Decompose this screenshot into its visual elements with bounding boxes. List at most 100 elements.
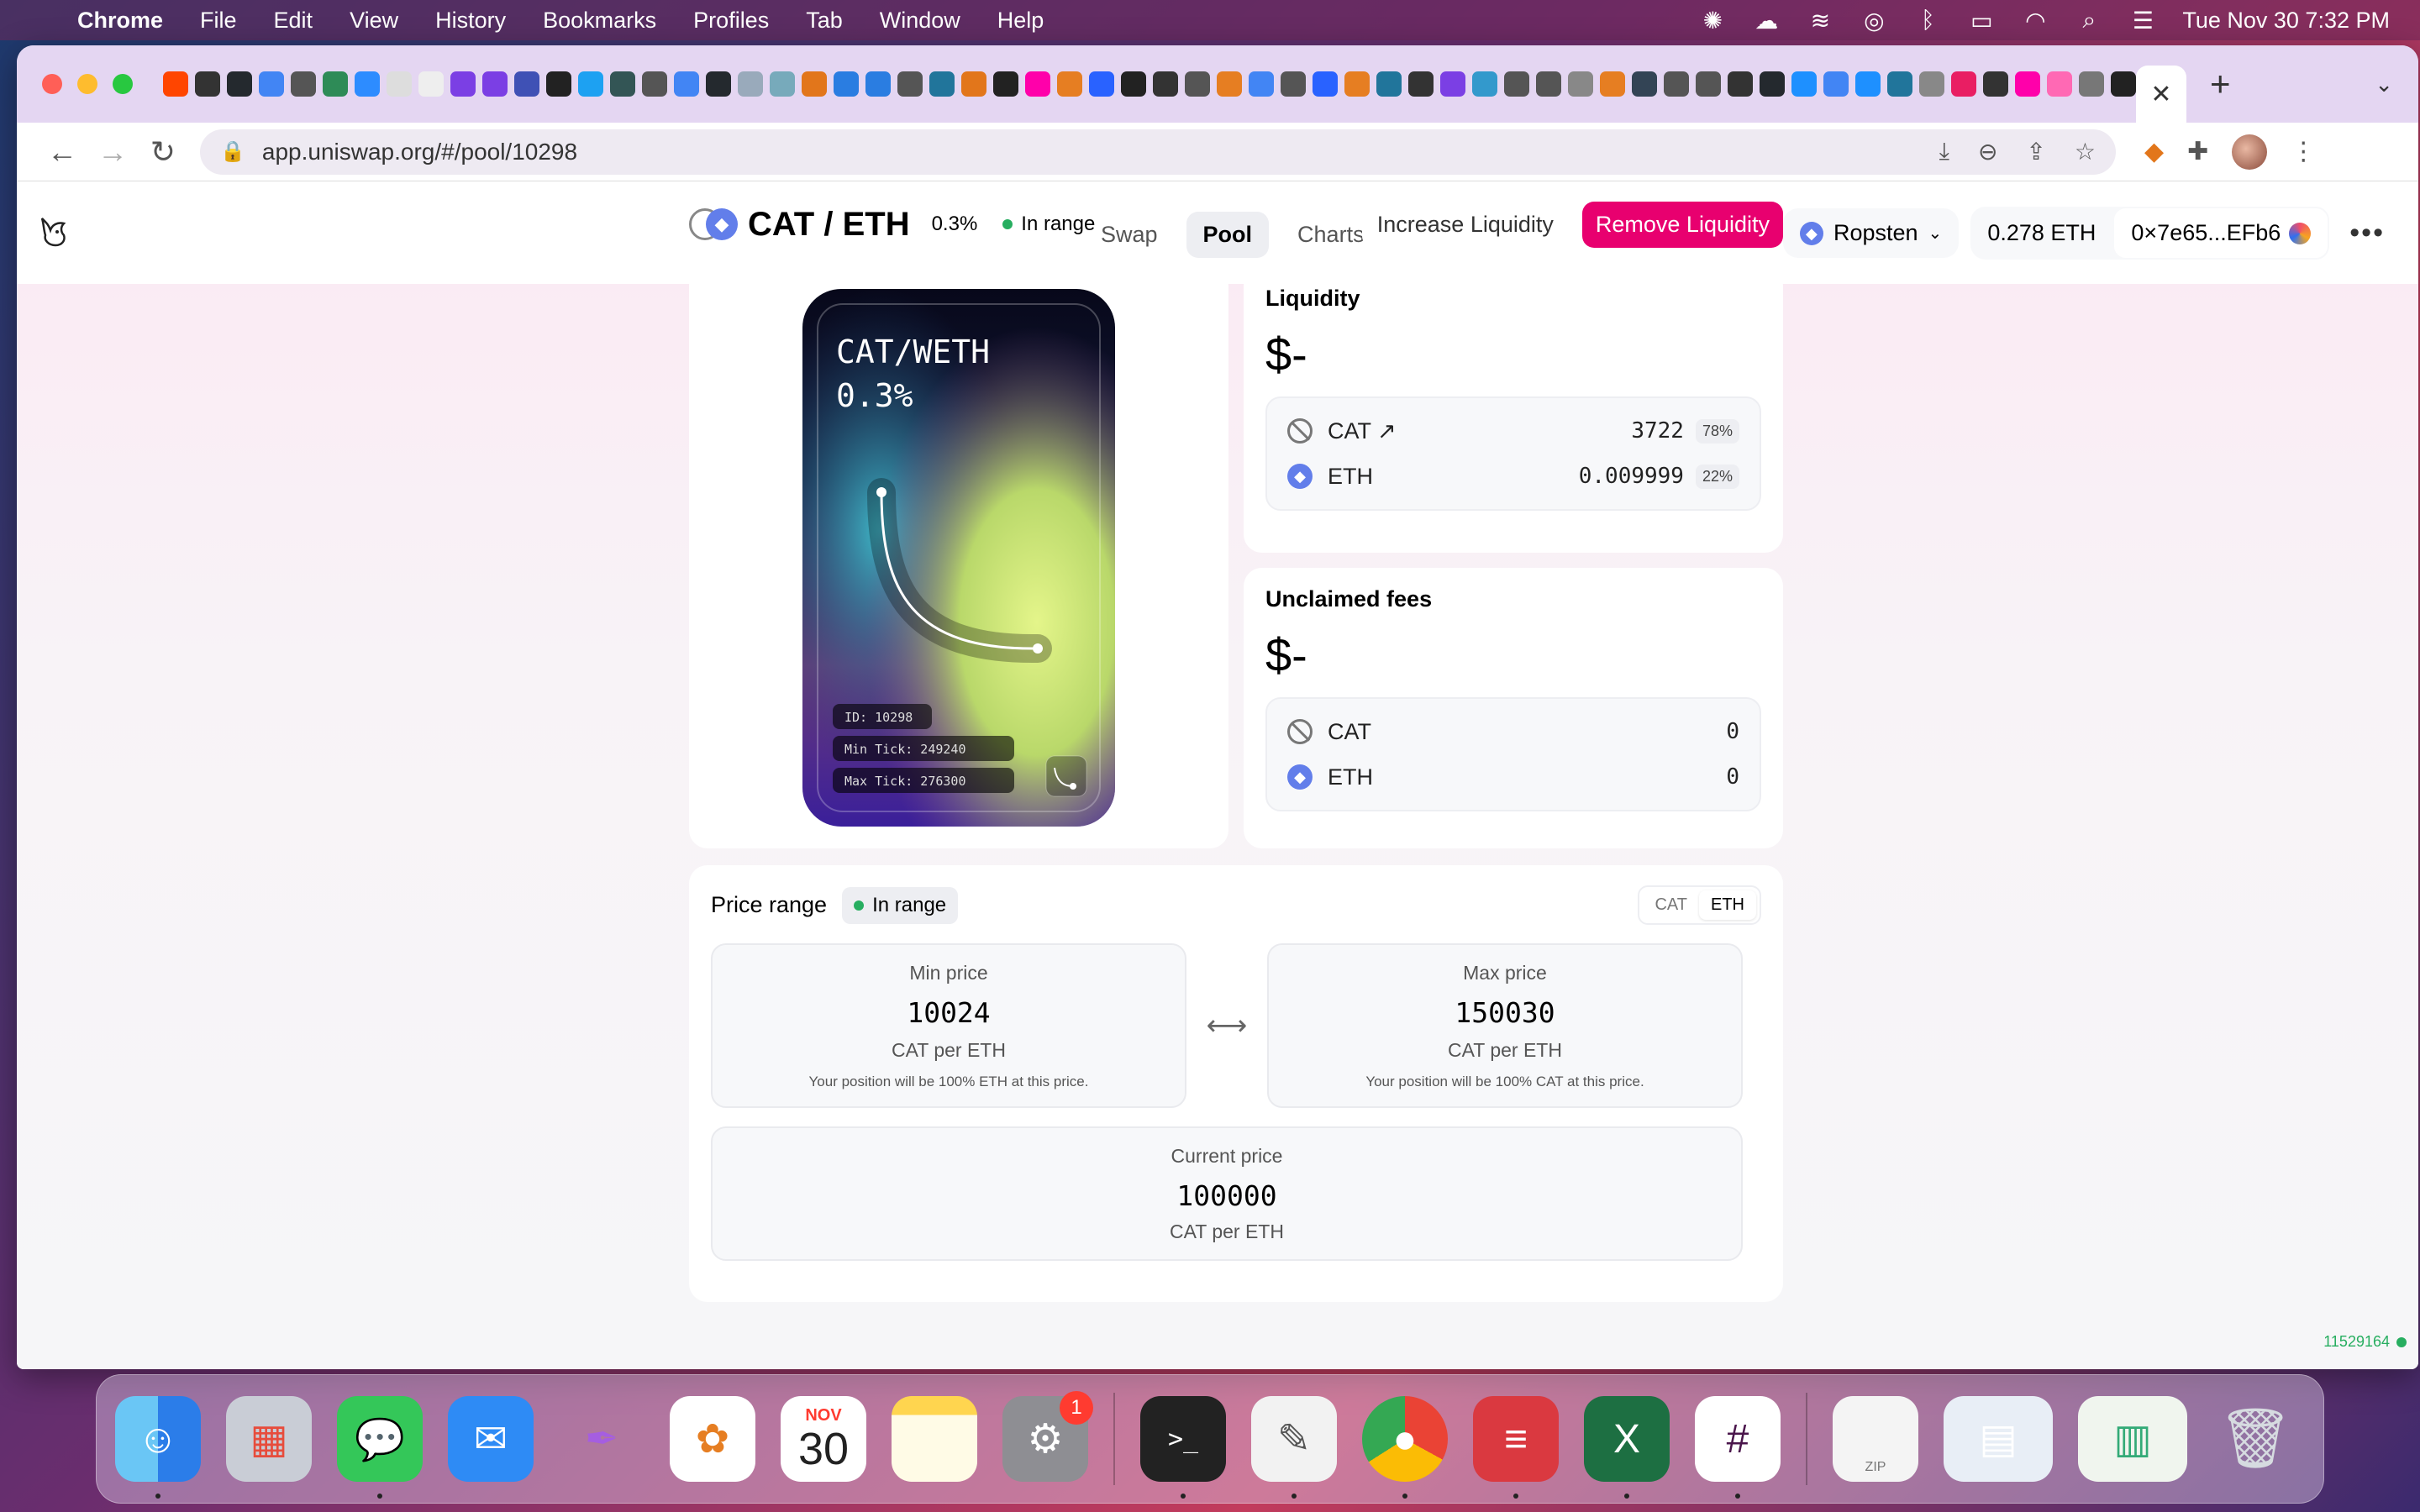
url-text[interactable]: app.uniswap.org/#/pool/10298 — [262, 139, 577, 165]
pinned-tab-favicon[interactable] — [1408, 71, 1434, 97]
pinned-tab-favicon[interactable] — [1440, 71, 1465, 97]
pinned-tab-favicon[interactable] — [1249, 71, 1274, 97]
menu-clock[interactable]: Tue Nov 30 7:32 PM — [2182, 8, 2390, 34]
pinned-tab-favicon[interactable] — [355, 71, 380, 97]
network-selector[interactable]: ◆ Ropsten ⌄ — [1782, 208, 1960, 258]
pinned-tab-favicon[interactable] — [323, 71, 348, 97]
wifi-icon[interactable]: ◠ — [2021, 6, 2049, 34]
close-window-button[interactable] — [42, 74, 62, 94]
pinned-tab-favicon[interactable] — [1568, 71, 1593, 97]
excel-icon[interactable]: X — [1584, 1396, 1670, 1499]
menu-help[interactable]: Help — [979, 8, 1063, 34]
pinned-tab-favicon[interactable] — [482, 71, 508, 97]
pinned-tab-favicon[interactable] — [610, 71, 635, 97]
pinned-tab-favicon[interactable] — [993, 71, 1018, 97]
pinned-tab-favicon[interactable] — [1376, 71, 1402, 97]
pinned-tab-favicon[interactable] — [1983, 71, 2008, 97]
menu-tab[interactable]: Tab — [787, 8, 861, 34]
pinned-tab-favicon[interactable] — [1313, 71, 1338, 97]
pinned-tab-favicon[interactable] — [802, 71, 827, 97]
system-preferences-icon[interactable]: ⚙ 1 — [1002, 1391, 1093, 1482]
pinned-tab-favicon[interactable] — [2079, 71, 2104, 97]
script-editor-icon[interactable]: ✎ — [1251, 1396, 1337, 1499]
expressvpn-icon[interactable]: ≋ — [1806, 6, 1834, 34]
back-icon[interactable]: ← — [37, 134, 87, 170]
trash-icon[interactable]: 🗑 — [2212, 1396, 2298, 1482]
active-tab[interactable]: ✕ — [2136, 66, 2186, 123]
forward-icon[interactable]: → — [87, 134, 138, 170]
chrome-icon[interactable]: ● — [1362, 1396, 1448, 1499]
photos-icon[interactable]: ✿ — [670, 1396, 755, 1482]
account-widget[interactable]: 0.278 ETH 0×7e65...EFb6 — [1970, 207, 2330, 260]
pinned-tab-favicon[interactable] — [450, 71, 476, 97]
pinned-tab-favicon[interactable] — [961, 71, 986, 97]
token-symbol-link[interactable]: CAT ↗ — [1328, 418, 1397, 444]
recent-window-thumbnail[interactable]: ▥ — [2078, 1396, 2187, 1482]
profile-avatar[interactable] — [2232, 134, 2268, 170]
reload-icon[interactable]: ↻ — [138, 134, 188, 170]
pinned-tab-favicon[interactable] — [1855, 71, 1881, 97]
pinned-tab-favicon[interactable] — [642, 71, 667, 97]
pinned-tab-favicon[interactable] — [1089, 71, 1114, 97]
menu-edit[interactable]: Edit — [255, 8, 332, 34]
zoom-window-button[interactable] — [113, 74, 133, 94]
pinned-tab-favicon[interactable] — [1185, 71, 1210, 97]
finder-icon[interactable]: ☺ — [115, 1396, 201, 1499]
pinned-tab-favicon[interactable] — [1887, 71, 1912, 97]
pinned-tab-favicon[interactable] — [1791, 71, 1817, 97]
lock-icon[interactable]: 🔒 — [220, 139, 245, 164]
menu-bookmarks[interactable]: Bookmarks — [524, 8, 675, 34]
pinned-tab-favicon[interactable] — [1728, 71, 1753, 97]
pinned-tab-favicon[interactable] — [1153, 71, 1178, 97]
pinned-tab-favicon[interactable] — [195, 71, 220, 97]
address-bar[interactable]: 🔒 app.uniswap.org/#/pool/10298 ⤓ ⊖ ⇪ ☆ — [200, 129, 2116, 175]
menu-history[interactable]: History — [417, 8, 524, 34]
pinned-tab-favicon[interactable] — [706, 71, 731, 97]
pinned-tab-favicon[interactable] — [674, 71, 699, 97]
sun-icon[interactable]: ✺ — [1698, 6, 1727, 34]
pinned-tab-favicon[interactable] — [259, 71, 284, 97]
pinned-tab-favicon[interactable] — [1951, 71, 1976, 97]
pinned-tab-favicon[interactable] — [1472, 71, 1497, 97]
menu-app-name[interactable]: Chrome — [59, 8, 182, 34]
launchpad-icon[interactable]: ▦ — [226, 1396, 312, 1482]
expressvpn-icon[interactable]: ≡ — [1473, 1396, 1559, 1499]
close-tab-icon[interactable]: ✕ — [2150, 80, 2171, 109]
pinned-tab-favicon[interactable] — [865, 71, 891, 97]
new-tab-button[interactable]: + — [2210, 64, 2231, 104]
pinned-tab-favicon[interactable] — [514, 71, 539, 97]
quill-app-icon[interactable]: ✒ — [559, 1396, 644, 1482]
slack-icon[interactable]: # — [1695, 1396, 1781, 1499]
more-menu-button[interactable]: ••• — [2341, 217, 2393, 249]
pinned-tab-favicon[interactable] — [1504, 71, 1529, 97]
pinned-tab-favicon[interactable] — [2111, 71, 2136, 97]
pinned-tab-favicon[interactable] — [1632, 71, 1657, 97]
block-number-indicator[interactable]: 11529164 — [2323, 1333, 2407, 1351]
calendar-icon[interactable]: NOV 30 — [781, 1396, 866, 1482]
menu-view[interactable]: View — [331, 8, 417, 34]
chrome-menu-icon[interactable]: ⋮ — [2291, 137, 2316, 166]
pinned-tab-favicon[interactable] — [770, 71, 795, 97]
wallet-address-button[interactable]: 0×7e65...EFb6 — [2112, 207, 2330, 260]
minimize-window-button[interactable] — [77, 74, 97, 94]
pinned-tab-favicon[interactable] — [1760, 71, 1785, 97]
control-center-icon[interactable]: ☰ — [2128, 6, 2157, 34]
battery-icon[interactable]: ▭ — [1967, 6, 1996, 34]
menu-window[interactable]: Window — [861, 8, 979, 34]
pinned-tab-favicon[interactable] — [1217, 71, 1242, 97]
bluetooth-icon[interactable]: ᛒ — [1913, 6, 1942, 34]
mail-icon[interactable]: ✉ — [448, 1396, 534, 1482]
share-icon[interactable]: ⇪ — [2026, 138, 2045, 165]
pinned-tab-favicon[interactable] — [1696, 71, 1721, 97]
spotlight-search-icon[interactable]: ⌕ — [2075, 6, 2103, 34]
menu-file[interactable]: File — [182, 8, 255, 34]
downloads-stack-icon[interactable]: ▤ — [1944, 1396, 2053, 1482]
pinned-tab-favicon[interactable] — [897, 71, 923, 97]
toggle-eth[interactable]: ETH — [1699, 890, 1756, 920]
pinned-tab-favicon[interactable] — [1025, 71, 1050, 97]
pinned-tab-favicon[interactable] — [1121, 71, 1146, 97]
position-nft-image[interactable]: CAT/WETH 0.3% ID: 10298 Min Tick: 249240… — [802, 289, 1115, 827]
pinned-tab-favicon[interactable] — [227, 71, 252, 97]
pinned-tab-favicon[interactable] — [1664, 71, 1689, 97]
pinned-tab-favicon[interactable] — [1919, 71, 1944, 97]
